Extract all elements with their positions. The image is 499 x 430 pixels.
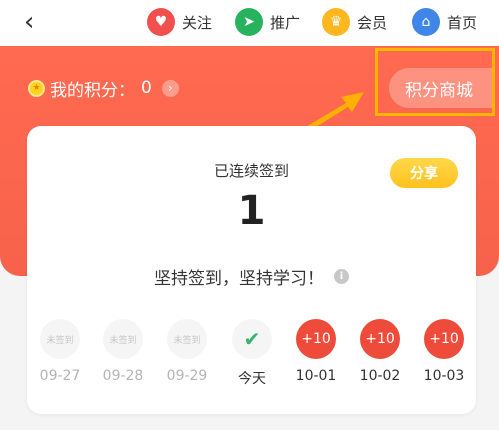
day-item: 未签到 09-29 [159,319,215,384]
nav-member[interactable]: ♛ 会员 [322,7,387,37]
day-date: 10-01 [295,368,337,384]
day-date: 10-03 [423,368,465,384]
nav-follow[interactable]: ♥ 关注 [147,7,212,37]
day-item: +10 10-03 [416,319,472,384]
reward-badge: +10 [360,319,400,359]
crown-icon: ♛ [322,8,350,36]
day-date: 10-02 [359,368,401,384]
nav-member-label: 会员 [357,13,388,32]
day-badge: 未签到 [167,319,207,359]
points-value: 0 [141,78,152,98]
day-item: +10 10-01 [288,319,344,384]
nav-home-label: 首页 [447,13,478,32]
coin-icon: ★ [28,79,45,97]
chevron-right-icon[interactable]: › [161,79,179,97]
streak-count: 1 [237,188,266,234]
nav-promote-label: 推广 [270,13,301,32]
share-button[interactable]: 分享 [390,158,458,188]
day-item: 未签到 09-27 [32,319,88,384]
motto: 坚持签到，坚持学习！ i [27,264,476,289]
day-badge: 未签到 [40,319,80,359]
send-icon: ➤ [235,8,263,36]
reward-badge: +10 [296,319,336,359]
checkin-card: 已连续签到 1 分享 坚持签到，坚持学习！ i 未签到 09-27 未签到 09… [27,126,476,414]
day-date: 09-29 [166,368,208,384]
highlight-box [375,48,495,116]
day-item-today: ✔ 今天 [224,319,280,388]
day-date: 今天 [238,371,266,387]
back-icon[interactable]: ‹ [24,9,50,35]
my-points[interactable]: ★ 我的积分： 0 › [28,77,179,101]
reward-badge: +10 [424,319,464,359]
check-icon: ✔ [232,319,272,359]
nav-promote[interactable]: ➤ 推广 [235,7,300,37]
heart-icon: ♥ [147,8,175,36]
motto-text: 坚持签到，坚持学习！ [154,269,324,289]
day-item: 未签到 09-28 [95,319,151,384]
nav-follow-label: 关注 [182,13,213,32]
day-item: +10 10-02 [352,319,408,384]
nav-home[interactable]: ⌂ 首页 [412,7,477,37]
points-label: 我的积分： [50,80,135,101]
top-nav-bar: ‹ ♥ 关注 ➤ 推广 ♛ 会员 ⌂ 首页 [0,0,499,46]
day-date: 09-28 [102,368,144,384]
day-badge: 未签到 [103,319,143,359]
day-date: 09-27 [39,368,81,384]
info-icon[interactable]: i [334,269,349,284]
home-icon: ⌂ [412,8,440,36]
